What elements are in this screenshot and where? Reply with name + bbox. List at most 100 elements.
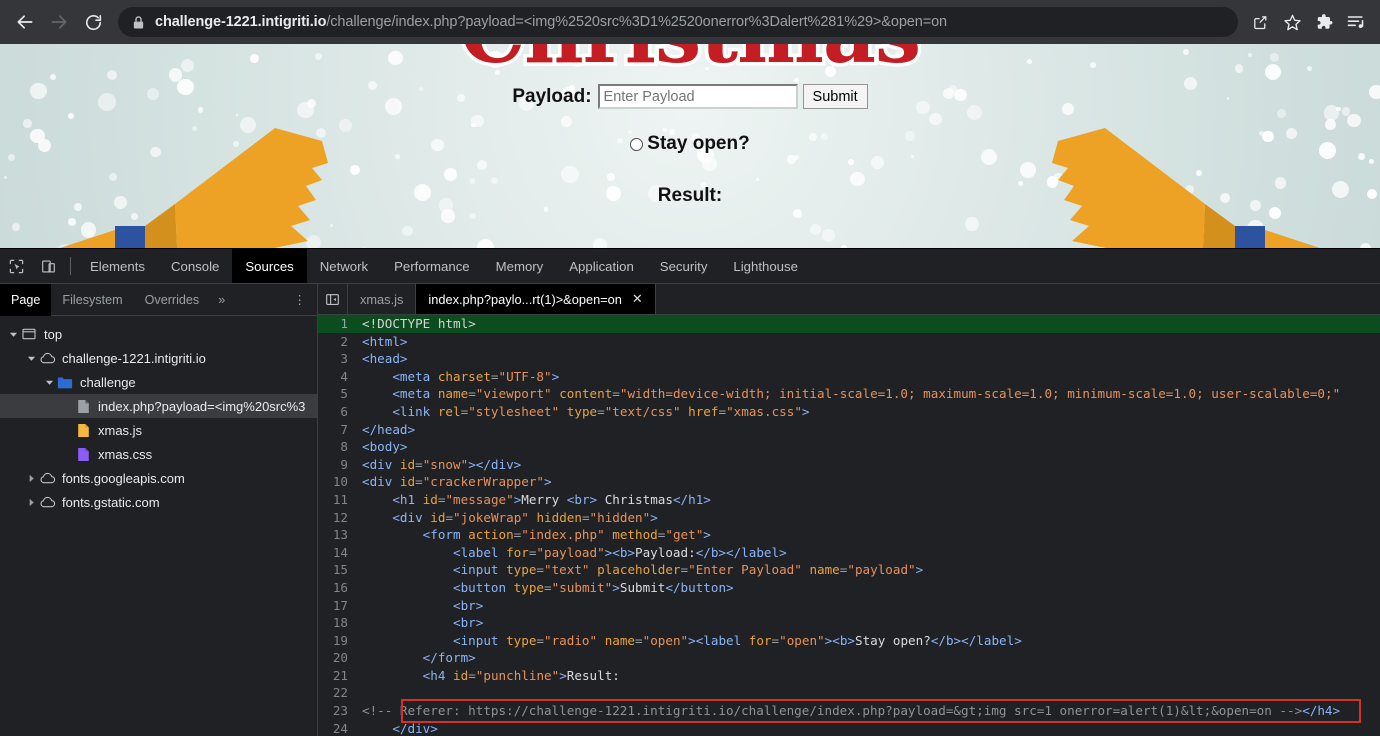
inspect-element-icon <box>9 259 24 274</box>
devtools-tab-memory[interactable]: Memory <box>483 249 557 283</box>
code-line: 22 <box>318 684 1380 702</box>
editor-tab[interactable]: index.php?paylo...rt(1)>&open=on ✕ <box>416 284 655 314</box>
devtools-tab-security[interactable]: Security <box>647 249 721 283</box>
show-navigator-button[interactable] <box>318 284 348 314</box>
code-viewer[interactable]: 1<!DOCTYPE html>2<html>3<head>4 <meta ch… <box>318 315 1380 736</box>
line-number: 2 <box>318 333 356 351</box>
tree-item[interactable]: fonts.googleapis.com <box>0 466 317 490</box>
code-token: "width=device-width; initial-scale=1.0; … <box>620 386 1340 401</box>
code-token: "text" <box>544 562 590 577</box>
tree-item[interactable]: xmas.css <box>0 442 317 466</box>
tree-item-label: xmas.css <box>98 447 152 462</box>
code-text: </head> <box>356 421 415 439</box>
code-token: href <box>688 404 718 419</box>
code-token: <b> <box>832 633 855 648</box>
code-token <box>362 545 453 560</box>
code-token: type <box>506 633 536 648</box>
code-token: > <box>802 404 810 419</box>
forward-button[interactable] <box>42 5 76 39</box>
code-token: Result: <box>567 668 620 683</box>
tree-item[interactable]: xmas.js <box>0 418 317 442</box>
devtools-tab-console[interactable]: Console <box>158 249 232 283</box>
share-button[interactable] <box>1244 6 1276 38</box>
devtools-tab-performance[interactable]: Performance <box>381 249 483 283</box>
more-options-icon[interactable]: ⋮ <box>293 284 307 316</box>
bookmark-button[interactable] <box>1276 6 1308 38</box>
snowflake <box>469 213 475 219</box>
line-number: 11 <box>318 491 356 509</box>
twisty-right-icon[interactable] <box>24 498 38 507</box>
code-text: </form> <box>356 649 476 667</box>
twisty-down-icon[interactable] <box>42 378 56 387</box>
editor-tab-label: index.php?paylo...rt(1)>&open=on <box>428 292 622 307</box>
editor-tabbar: xmas.js index.php?paylo...rt(1)>&open=on ✕ <box>318 284 1380 315</box>
code-token: <h4 <box>423 668 453 683</box>
devtools-tab-network[interactable]: Network <box>307 249 381 283</box>
css-file-icon <box>74 447 92 462</box>
code-token: <link <box>392 404 438 419</box>
navigator-subtab-overrides[interactable]: Overrides <box>134 284 211 316</box>
code-token: type <box>567 404 597 419</box>
code-text: <h1 id="message">Merry <br> Christmas</h… <box>356 491 711 509</box>
code-token: id <box>400 457 415 472</box>
reload-button[interactable] <box>76 5 110 39</box>
device-toolbar-button[interactable] <box>32 249 64 283</box>
navigator-subtab-filesystem[interactable]: Filesystem <box>51 284 133 316</box>
code-token: <head> <box>362 351 408 366</box>
devtools-tab-lighthouse[interactable]: Lighthouse <box>720 249 811 283</box>
twisty-down-icon[interactable] <box>24 354 38 363</box>
devtools-tab-elements[interactable]: Elements <box>77 249 158 283</box>
code-token: hidden <box>536 510 582 525</box>
tree-item[interactable]: fonts.gstatic.com <box>0 490 317 514</box>
code-token: </button> <box>665 580 733 595</box>
code-token: Submit <box>620 580 666 595</box>
code-token: name <box>438 386 468 401</box>
close-icon[interactable]: ✕ <box>632 291 643 307</box>
code-line: 14 <label for="payload"><b>Payload:</b><… <box>318 544 1380 562</box>
payload-input[interactable] <box>598 84 798 109</box>
stay-open-radio[interactable] <box>630 138 643 151</box>
line-number: 17 <box>318 597 356 615</box>
media-list-button[interactable] <box>1340 6 1372 38</box>
editor-tab[interactable]: xmas.js <box>348 284 416 314</box>
code-token: <div <box>362 457 400 472</box>
tree-item[interactable]: challenge <box>0 370 317 394</box>
code-token: "xmas.css" <box>726 404 802 419</box>
twisty-down-icon[interactable] <box>6 330 20 339</box>
twisty-right-icon[interactable] <box>24 474 38 483</box>
devtools-tab-application[interactable]: Application <box>556 249 647 283</box>
navigator-more-tabs[interactable]: » <box>210 284 233 316</box>
tree-item[interactable]: challenge-1221.intigriti.io <box>0 346 317 370</box>
code-token: Payload: <box>635 545 696 560</box>
tree-item-label: challenge-1221.intigriti.io <box>62 351 206 366</box>
code-token <box>362 633 453 648</box>
code-text: <div id="jokeWrap" hidden="hidden"> <box>356 509 658 527</box>
submit-button[interactable]: Submit <box>803 84 868 109</box>
code-token: <br> <box>453 598 483 613</box>
line-number: 24 <box>318 720 356 736</box>
code-token <box>362 615 453 630</box>
extensions-button[interactable] <box>1308 6 1340 38</box>
navigator-subtab-page[interactable]: Page <box>0 284 51 316</box>
code-token: > <box>703 527 711 542</box>
code-text: <body> <box>356 438 408 456</box>
snowflake <box>793 209 802 218</box>
tree-item[interactable]: top <box>0 322 317 346</box>
code-line: 1<!DOCTYPE html> <box>318 315 1380 333</box>
tree-item-label: top <box>44 327 62 342</box>
code-token: <b> <box>612 545 635 560</box>
back-button[interactable] <box>8 5 42 39</box>
code-token: "index.php" <box>521 527 604 542</box>
line-number: 20 <box>318 649 356 667</box>
code-token: = <box>415 474 423 489</box>
inspect-element-button[interactable] <box>0 249 32 283</box>
devtools-tab-sources[interactable]: Sources <box>232 249 306 283</box>
code-token: = <box>597 404 605 419</box>
code-token: > <box>552 369 560 384</box>
line-number: 1 <box>318 315 356 333</box>
address-bar[interactable]: challenge-1221.intigriti.io/challenge/in… <box>118 7 1238 37</box>
tree-item-label: xmas.js <box>98 423 142 438</box>
sources-navigator: PageFilesystemOverrides » ⋮ topchallenge… <box>0 284 318 736</box>
tree-item[interactable]: index.php?payload=<img%20src%3 <box>0 394 317 418</box>
code-token: = <box>582 510 590 525</box>
